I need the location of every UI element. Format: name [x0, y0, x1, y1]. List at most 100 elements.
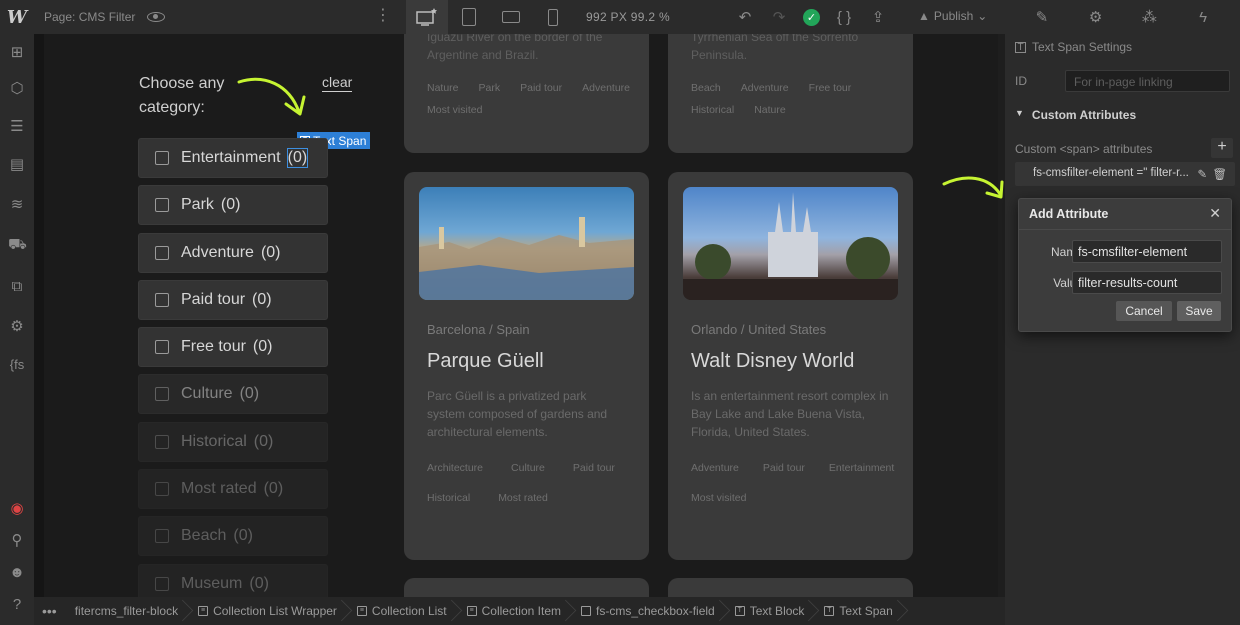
card-tag: Park — [478, 82, 501, 94]
webflow-logo[interactable]: W — [0, 0, 34, 34]
breadcrumb-item[interactable]: T Text Span — [814, 597, 902, 625]
landscape-breakpoint-button[interactable] — [490, 0, 532, 34]
ecommerce-cart-icon[interactable]: ⛟ — [8, 236, 27, 254]
annotation-arrow-icon — [942, 176, 1004, 199]
checkbox-icon[interactable] — [155, 340, 169, 355]
mobile-landscape-icon — [502, 11, 520, 23]
assets-icon[interactable]: ⧉ — [8, 278, 26, 296]
breadcrumb-item[interactable]: ≡ Collection List — [347, 597, 457, 625]
park-guell-illustration — [419, 217, 634, 300]
id-input[interactable]: For in-page linking — [1065, 70, 1230, 92]
chevron-down-icon: ⌄ — [977, 9, 988, 23]
delete-trash-icon[interactable]: 🗑 — [1212, 167, 1227, 181]
cancel-button[interactable]: Cancel — [1116, 301, 1172, 321]
redo-icon[interactable]: ↷ — [769, 8, 789, 26]
collection-item-card[interactable]: Barcelona / Spain Parque Güell Parc Güel… — [404, 172, 649, 560]
card-title: Parque Güell — [427, 350, 544, 372]
checkbox-icon[interactable] — [155, 198, 169, 213]
breadcrumb-item[interactable]: ≡ Collection Item — [457, 597, 571, 625]
symbols-cube-icon[interactable]: ⬡ — [8, 80, 26, 98]
style-brush-icon[interactable]: ✎ — [1032, 8, 1052, 26]
page-selector[interactable]: Page: CMS Filter — [44, 10, 135, 24]
page-body[interactable]: Choose any category: clear T Text Span E… — [44, 34, 998, 597]
users-icon[interactable]: ☻ — [8, 564, 26, 582]
tablet-breakpoint-button[interactable] — [448, 0, 490, 34]
filter-checkbox-free-tour[interactable]: Free tour (0) — [138, 327, 328, 368]
filter-checkbox-culture[interactable]: Culture (0) — [138, 374, 328, 415]
undo-icon[interactable]: ↶ — [735, 8, 755, 26]
filter-checkbox-entertainment[interactable]: Entertainment (0) — [138, 138, 328, 178]
record-icon[interactable]: ◉ — [8, 500, 26, 518]
design-canvas[interactable]: Choose any category: clear T Text Span E… — [34, 34, 998, 597]
collection-item-card[interactable]: Orlando / United States Walt Disney Worl… — [668, 172, 913, 560]
collection-item-card[interactable] — [668, 578, 913, 597]
collection-item-card[interactable]: Tyrrhenian Sea off the Sorrento Peninsul… — [668, 34, 913, 153]
card-image — [683, 187, 898, 300]
attribute-row-text: fs-cmsfilter-element =" filter-r... — [1033, 167, 1189, 179]
custom-attributes-section[interactable]: ▼ Custom Attributes — [1015, 108, 1136, 122]
share-icon[interactable]: ⇪ — [868, 8, 888, 26]
filter-count[interactable]: (0) — [286, 148, 309, 168]
save-button[interactable]: Save — [1177, 301, 1221, 321]
collection-item-card[interactable] — [404, 578, 649, 597]
status-check-icon[interactable]: ✓ — [803, 8, 820, 26]
filter-checkbox-paid-tour[interactable]: Paid tour (0) — [138, 279, 328, 320]
filter-count: (0) — [233, 527, 253, 545]
card-tag: Nature — [754, 104, 786, 116]
collection-list-icon: ≡ — [356, 606, 367, 616]
interactions-icon[interactable]: ⁂ — [1139, 8, 1159, 26]
lightning-icon[interactable]: ϟ — [1193, 9, 1213, 26]
filter-checkbox-museum[interactable]: Museum (0) — [138, 563, 328, 597]
checkbox-icon[interactable] — [155, 529, 169, 544]
clear-link[interactable]: clear — [322, 74, 353, 92]
filter-checkbox-historical[interactable]: Historical (0) — [138, 421, 328, 462]
publish-button[interactable]: ▲ Publish ⌄ — [918, 9, 987, 23]
checkbox-icon[interactable] — [155, 292, 169, 307]
canvas-size-readout: 992 PX 99.2 % — [586, 10, 670, 24]
breadcrumb-label: Collection List — [371, 604, 447, 618]
settings-gear-icon[interactable]: ⚙ — [1086, 8, 1106, 26]
card-tags: Nature Park Paid tour Adventure Most vis… — [427, 82, 637, 116]
filter-checkbox-adventure[interactable]: Adventure (0) — [138, 232, 328, 273]
breadcrumb-item[interactable]: T Text Block — [725, 597, 815, 625]
checkbox-icon[interactable] — [155, 482, 169, 497]
more-options-icon[interactable]: ⋮ — [375, 8, 391, 24]
attribute-name-input[interactable]: fs-cmsfilter-element — [1072, 240, 1222, 263]
cms-database-icon[interactable]: ≋ — [8, 196, 26, 214]
filter-checkbox-park[interactable]: Park (0) — [138, 185, 328, 226]
navigator-icon[interactable]: ☰ — [8, 118, 26, 136]
add-attribute-icon[interactable]: + — [1211, 138, 1233, 158]
attribute-row[interactable]: fs-cmsfilter-element =" filter-r... ✎ 🗑 — [1015, 162, 1235, 186]
checkbox-icon[interactable] — [155, 151, 169, 165]
finsweet-fs-icon[interactable]: {fs — [8, 356, 26, 374]
add-elements-icon[interactable]: ⊞ — [8, 44, 26, 62]
checkbox-icon[interactable] — [155, 434, 169, 449]
settings-icon[interactable]: ⚙ — [8, 318, 26, 336]
filter-checkbox-beach[interactable]: Beach (0) — [138, 516, 328, 557]
code-icon[interactable]: { } — [834, 9, 854, 26]
breadcrumb-more-icon[interactable]: ••• — [34, 603, 65, 619]
filter-label: Entertainment — [181, 149, 281, 166]
attribute-value-input[interactable]: filter-results-count — [1072, 271, 1222, 294]
breadcrumb-item[interactable]: fs-cms_checkbox-field — [571, 597, 725, 625]
checkbox-icon[interactable] — [155, 576, 169, 591]
preview-eye-icon[interactable] — [147, 12, 166, 22]
checkbox-icon[interactable] — [155, 245, 169, 260]
collection-item-card[interactable]: Iguazú River on the border of the Argent… — [404, 34, 649, 153]
help-icon[interactable]: ? — [8, 596, 26, 614]
desktop-breakpoint-button[interactable] — [406, 0, 448, 34]
close-icon[interactable]: ✕ — [1209, 205, 1221, 222]
breadcrumb-item[interactable]: ≡ Collection List Wrapper — [188, 597, 347, 625]
tablet-icon — [462, 8, 476, 26]
filter-label: Free tour — [181, 338, 246, 356]
portrait-breakpoint-button[interactable] — [532, 0, 574, 34]
card-tag: Architecture — [427, 462, 484, 474]
checkbox-icon[interactable] — [155, 387, 169, 402]
top-bar: W Page: CMS Filter ⋮ 992 PX 99.2 % ↶ ↷ ✓… — [0, 0, 1240, 34]
edit-pencil-icon[interactable]: ✎ — [1197, 167, 1207, 181]
pages-icon[interactable]: ▤ — [8, 156, 26, 174]
search-icon[interactable]: ⚲ — [8, 532, 26, 550]
breadcrumb-item[interactable]: fitercms_filter-block — [65, 597, 188, 625]
card-tag: Historical — [427, 492, 471, 504]
filter-checkbox-most-rated[interactable]: Most rated (0) — [138, 469, 328, 510]
